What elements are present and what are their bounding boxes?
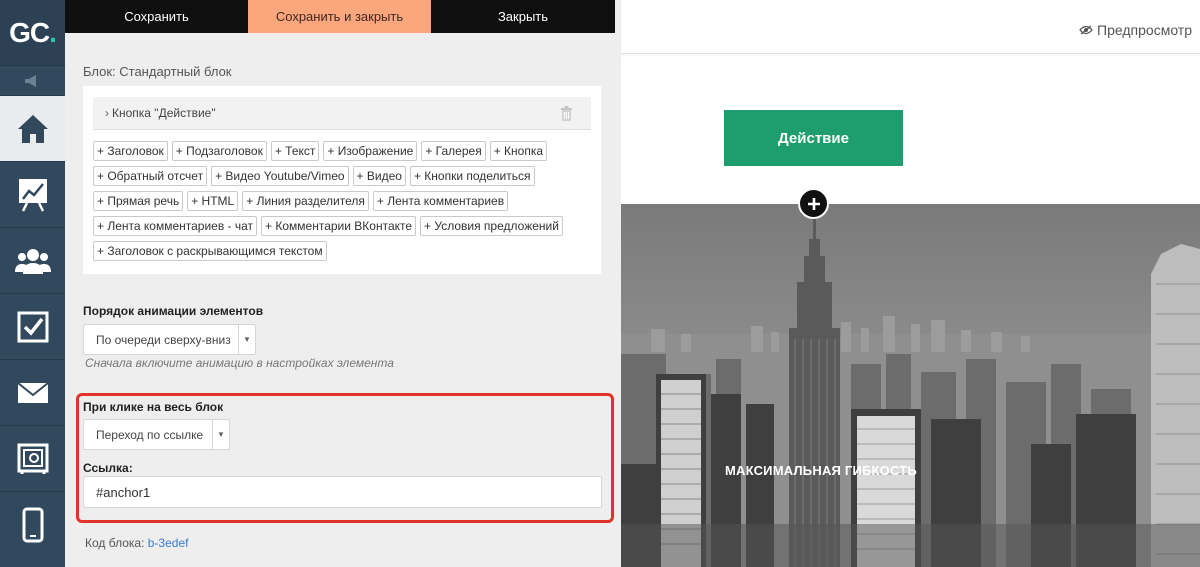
chart-board-icon: [18, 178, 47, 212]
block-code-label: Код блока:: [85, 536, 145, 550]
logo[interactable]: GC.: [0, 0, 65, 65]
add-element-tag[interactable]: + Подзаголовок: [171, 141, 267, 161]
preview-link[interactable]: Предпросмотр: [1079, 22, 1192, 38]
add-element-tag[interactable]: + Линия разделителя: [242, 191, 369, 211]
animation-hint: Сначала включите анимацию в настройках э…: [85, 356, 394, 370]
add-element-tag[interactable]: + Обратный отсчет: [93, 166, 208, 186]
add-element-tags: + Заголовок + Подзаголовок + Текст + Изо…: [93, 141, 598, 266]
dropdown-arrow-icon: ▼: [212, 420, 229, 449]
add-element-tag[interactable]: + Лента комментариев: [372, 191, 509, 211]
preview-header: Предпросмотр: [621, 0, 1200, 54]
block-click-label: При клике на весь блок: [83, 400, 224, 414]
home-icon: [17, 114, 48, 143]
nav-mobile[interactable]: [0, 491, 65, 557]
block-code: Код блока: b-3edef: [85, 536, 188, 550]
close-button[interactable]: Закрыть: [431, 0, 615, 33]
eye-slash-icon: [1079, 25, 1093, 35]
add-element-tag[interactable]: + Прямая речь: [93, 191, 184, 211]
cover-caption: МАКСИМАЛЬНАЯ ГИБКОСТЬ: [725, 463, 917, 478]
editor-toolbar: Сохранить Сохранить и закрыть Закрыть: [65, 0, 621, 33]
block-elements-box: › Кнопка "Действие" + Заголовок + Подзаг…: [83, 86, 601, 274]
add-element-tag[interactable]: + Заголовок с раскрывающимся текстом: [93, 241, 327, 261]
save-and-close-button[interactable]: Сохранить и закрыть: [248, 0, 431, 33]
animation-order-label: Порядок анимации элементов: [83, 304, 264, 318]
link-label: Ссылка:: [83, 461, 133, 475]
nav-home[interactable]: [0, 95, 65, 161]
add-element-tag[interactable]: + Кнопка: [489, 141, 548, 161]
add-element-tag[interactable]: + Кнопки поделиться: [409, 166, 535, 186]
block-editor-panel: Сохранить Сохранить и закрыть Закрыть Бл…: [65, 0, 621, 567]
announcement-button[interactable]: [0, 65, 65, 95]
block-click-select[interactable]: Переход по ссылке ▼: [83, 419, 230, 450]
left-nav: GC.: [0, 0, 65, 567]
block-title: Блок: Стандартный блок: [83, 64, 232, 79]
animation-order-select[interactable]: По очереди сверху-вниз ▼: [83, 324, 256, 355]
nav-reports[interactable]: [0, 161, 65, 227]
add-element-tag[interactable]: + Видео Youtube/Vimeo: [211, 166, 349, 186]
trash-icon[interactable]: [560, 106, 573, 124]
save-button[interactable]: Сохранить: [65, 0, 248, 33]
megaphone-icon: [24, 74, 36, 87]
add-element-tag[interactable]: + Лента комментариев - чат: [93, 216, 258, 236]
checkbox-icon: [17, 311, 48, 342]
nav-mail[interactable]: [0, 359, 65, 425]
add-element-tag[interactable]: + Видео: [352, 166, 406, 186]
add-element-tag[interactable]: + Условия предложений: [420, 216, 563, 236]
action-button[interactable]: Действие: [724, 110, 903, 166]
users-icon: [14, 248, 51, 274]
mobile-icon: [22, 507, 43, 542]
city-background-image: [621, 204, 1200, 567]
nav-safe[interactable]: [0, 425, 65, 491]
mail-icon: [16, 381, 49, 403]
logo-dot: .: [49, 16, 57, 48]
element-row[interactable]: › Кнопка "Действие": [93, 97, 591, 130]
link-input[interactable]: #anchor1: [83, 476, 602, 508]
dropdown-arrow-icon: ▼: [238, 325, 255, 354]
block-click-value: Переход по ссылке: [96, 427, 204, 442]
add-element-tag[interactable]: + Галерея: [421, 141, 486, 161]
block-code-value[interactable]: b-3edef: [148, 536, 189, 550]
page-preview: Предпросмотр Действие МАКСИМАЛЬНАЯ ГИБКО…: [621, 0, 1200, 567]
add-element-tag[interactable]: + Заголовок: [93, 141, 168, 161]
add-element-tag[interactable]: + HTML: [187, 191, 239, 211]
add-element-tag[interactable]: + Текст: [270, 141, 320, 161]
add-block-button[interactable]: [798, 188, 829, 219]
safe-icon: [17, 443, 48, 474]
add-element-tag[interactable]: + Комментарии ВКонтакте: [261, 216, 417, 236]
logo-text: GC: [9, 16, 50, 48]
nav-tasks[interactable]: [0, 293, 65, 359]
add-element-tag[interactable]: + Изображение: [323, 141, 418, 161]
nav-users[interactable]: [0, 227, 65, 293]
plus-icon: [807, 197, 820, 210]
element-name: Кнопка "Действие": [112, 106, 216, 120]
preview-link-label: Предпросмотр: [1097, 22, 1192, 38]
animation-order-value: По очереди сверху-вниз: [96, 332, 231, 347]
chevron-right-icon: ›: [105, 106, 109, 120]
